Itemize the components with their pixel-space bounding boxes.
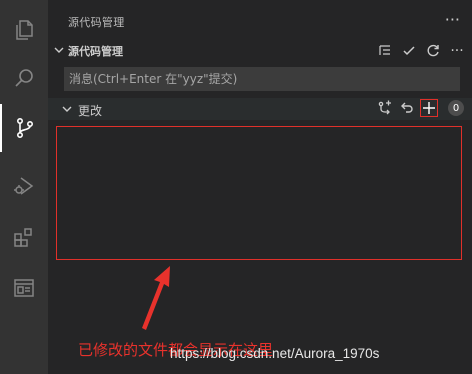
source-control-panel: 源代码管理 ··· 源代码管理 ··· 消息(Ctrl+Enter 在"yyz"… [48, 0, 472, 374]
search-icon[interactable] [0, 54, 48, 102]
more-actions-button[interactable]: ··· [445, 10, 460, 29]
changes-header[interactable]: 更改 0 [48, 98, 472, 120]
changes-count-badge: 0 [448, 100, 464, 116]
section-title: 源代码管理 [68, 45, 123, 58]
changes-title: 更改 [78, 104, 103, 118]
source-control-icon[interactable] [0, 104, 48, 152]
check-icon[interactable] [400, 42, 418, 60]
list-tree-icon[interactable] [376, 42, 394, 60]
chevron-down-icon [54, 47, 64, 53]
remote-explorer-icon[interactable] [0, 264, 48, 312]
commit-message-input[interactable] [64, 67, 460, 91]
more-icon[interactable]: ··· [448, 42, 466, 60]
plus-icon [423, 102, 435, 114]
discard-icon[interactable] [398, 99, 416, 117]
run-debug-icon[interactable] [0, 162, 48, 210]
open-changes-icon[interactable] [376, 99, 394, 117]
chevron-down-icon [62, 106, 72, 112]
changes-list-highlight [56, 126, 462, 260]
watermark-text: https://blog.csdn.net/Aurora_1970s [170, 346, 380, 361]
annotation-arrow [142, 266, 170, 330]
activity-bar [0, 0, 48, 374]
extensions-icon[interactable] [0, 214, 48, 262]
source-control-section-header[interactable]: 源代码管理 ··· [48, 40, 472, 62]
stage-all-button[interactable] [420, 99, 438, 117]
explorer-icon[interactable] [0, 6, 48, 54]
refresh-icon[interactable] [424, 42, 442, 60]
panel-title: 源代码管理 [68, 16, 125, 29]
